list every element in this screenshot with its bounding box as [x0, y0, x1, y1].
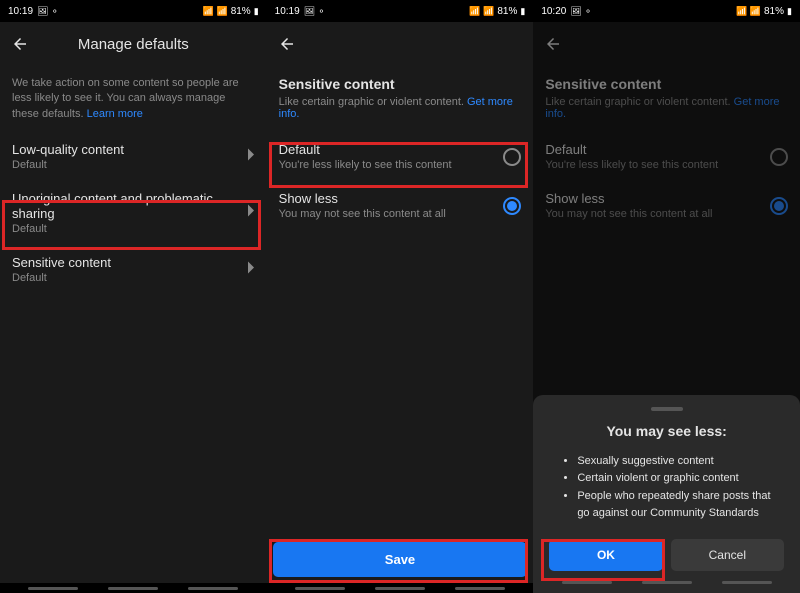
- screen-confirm-dialog: 10:20 🖼 ⚬ 📶 📶 81% ▮ Sensitive content Li…: [533, 0, 800, 593]
- item-low-quality[interactable]: Low-quality content Default: [0, 132, 267, 181]
- chevron-right-icon: [247, 260, 255, 279]
- status-signal-icon: 📶 📶: [469, 6, 494, 17]
- page-title: Manage defaults: [78, 36, 189, 53]
- nav-bar: [0, 583, 267, 593]
- chevron-right-icon: [247, 204, 255, 223]
- status-signal-icon: 📶 📶: [203, 6, 228, 17]
- option-show-less[interactable]: Show less You may not see this content a…: [267, 181, 534, 230]
- option-show-less[interactable]: Show less You may not see this content a…: [533, 181, 800, 230]
- status-bar: 10:20 🖼 ⚬ 📶 📶 81% ▮: [533, 0, 800, 22]
- section-desc: Like certain graphic or violent content.…: [533, 96, 800, 132]
- sheet-list: Sexually suggestive content Certain viol…: [549, 453, 784, 523]
- cancel-button[interactable]: Cancel: [671, 539, 784, 571]
- radio-checked-icon: [770, 197, 788, 215]
- section-title: Sensitive content: [533, 66, 800, 96]
- status-time: 10:19: [275, 6, 300, 17]
- status-bar: 10:19 🖼 ⚬ 📶 📶 81% ▮: [0, 0, 267, 22]
- section-desc: Like certain graphic or violent content.…: [267, 96, 534, 132]
- nav-bar: [549, 577, 784, 587]
- battery-icon: ▮: [520, 6, 525, 17]
- back-button[interactable]: [277, 34, 297, 54]
- status-notif-icon: 🖼 ⚬: [304, 6, 325, 17]
- status-notif-icon: 🖼 ⚬: [37, 6, 58, 17]
- item-sensitive[interactable]: Sensitive content Default: [0, 245, 267, 294]
- header: [533, 22, 800, 66]
- ok-button[interactable]: OK: [549, 539, 662, 571]
- bullet-item: Sexually suggestive content: [577, 453, 784, 471]
- battery-icon: ▮: [254, 6, 259, 17]
- status-bar: 10:19 🖼 ⚬ 📶 📶 81% ▮: [267, 0, 534, 22]
- radio-unchecked-icon: [770, 148, 788, 166]
- learn-more-link[interactable]: Learn more: [87, 108, 143, 120]
- save-button[interactable]: Save: [273, 542, 528, 577]
- status-time: 10:19: [8, 6, 33, 17]
- bullet-item: Certain violent or graphic content: [577, 470, 784, 488]
- option-default[interactable]: Default You're less likely to see this c…: [533, 132, 800, 181]
- item-unoriginal[interactable]: Unoriginal content and problematic shari…: [0, 181, 267, 245]
- screen-sensitive-content: 10:19 🖼 ⚬ 📶 📶 81% ▮ Sensitive content Li…: [267, 0, 534, 593]
- status-signal-icon: 📶 📶: [736, 6, 761, 17]
- status-notif-icon: 🖼 ⚬: [570, 6, 591, 17]
- status-battery: 81%: [231, 6, 251, 17]
- back-button[interactable]: [10, 34, 30, 54]
- radio-unchecked-icon: [503, 148, 521, 166]
- bullet-item: People who repeatedly share posts that g…: [577, 488, 784, 523]
- battery-icon: ▮: [787, 6, 792, 17]
- sheet-handle[interactable]: [651, 407, 683, 411]
- radio-checked-icon: [503, 197, 521, 215]
- section-title: Sensitive content: [267, 66, 534, 96]
- header: [267, 22, 534, 66]
- nav-bar: [267, 583, 534, 593]
- screen-manage-defaults: 10:19 🖼 ⚬ 📶 📶 81% ▮ Manage defaults We t…: [0, 0, 267, 593]
- option-default[interactable]: Default You're less likely to see this c…: [267, 132, 534, 181]
- header: Manage defaults: [0, 22, 267, 66]
- intro-text: We take action on some content so people…: [0, 66, 267, 132]
- bottom-sheet: You may see less: Sexually suggestive co…: [533, 395, 800, 593]
- back-button[interactable]: [543, 34, 563, 54]
- sheet-title: You may see less:: [549, 423, 784, 439]
- status-battery: 81%: [764, 6, 784, 17]
- chevron-right-icon: [247, 147, 255, 166]
- status-battery: 81%: [497, 6, 517, 17]
- status-time: 10:20: [541, 6, 566, 17]
